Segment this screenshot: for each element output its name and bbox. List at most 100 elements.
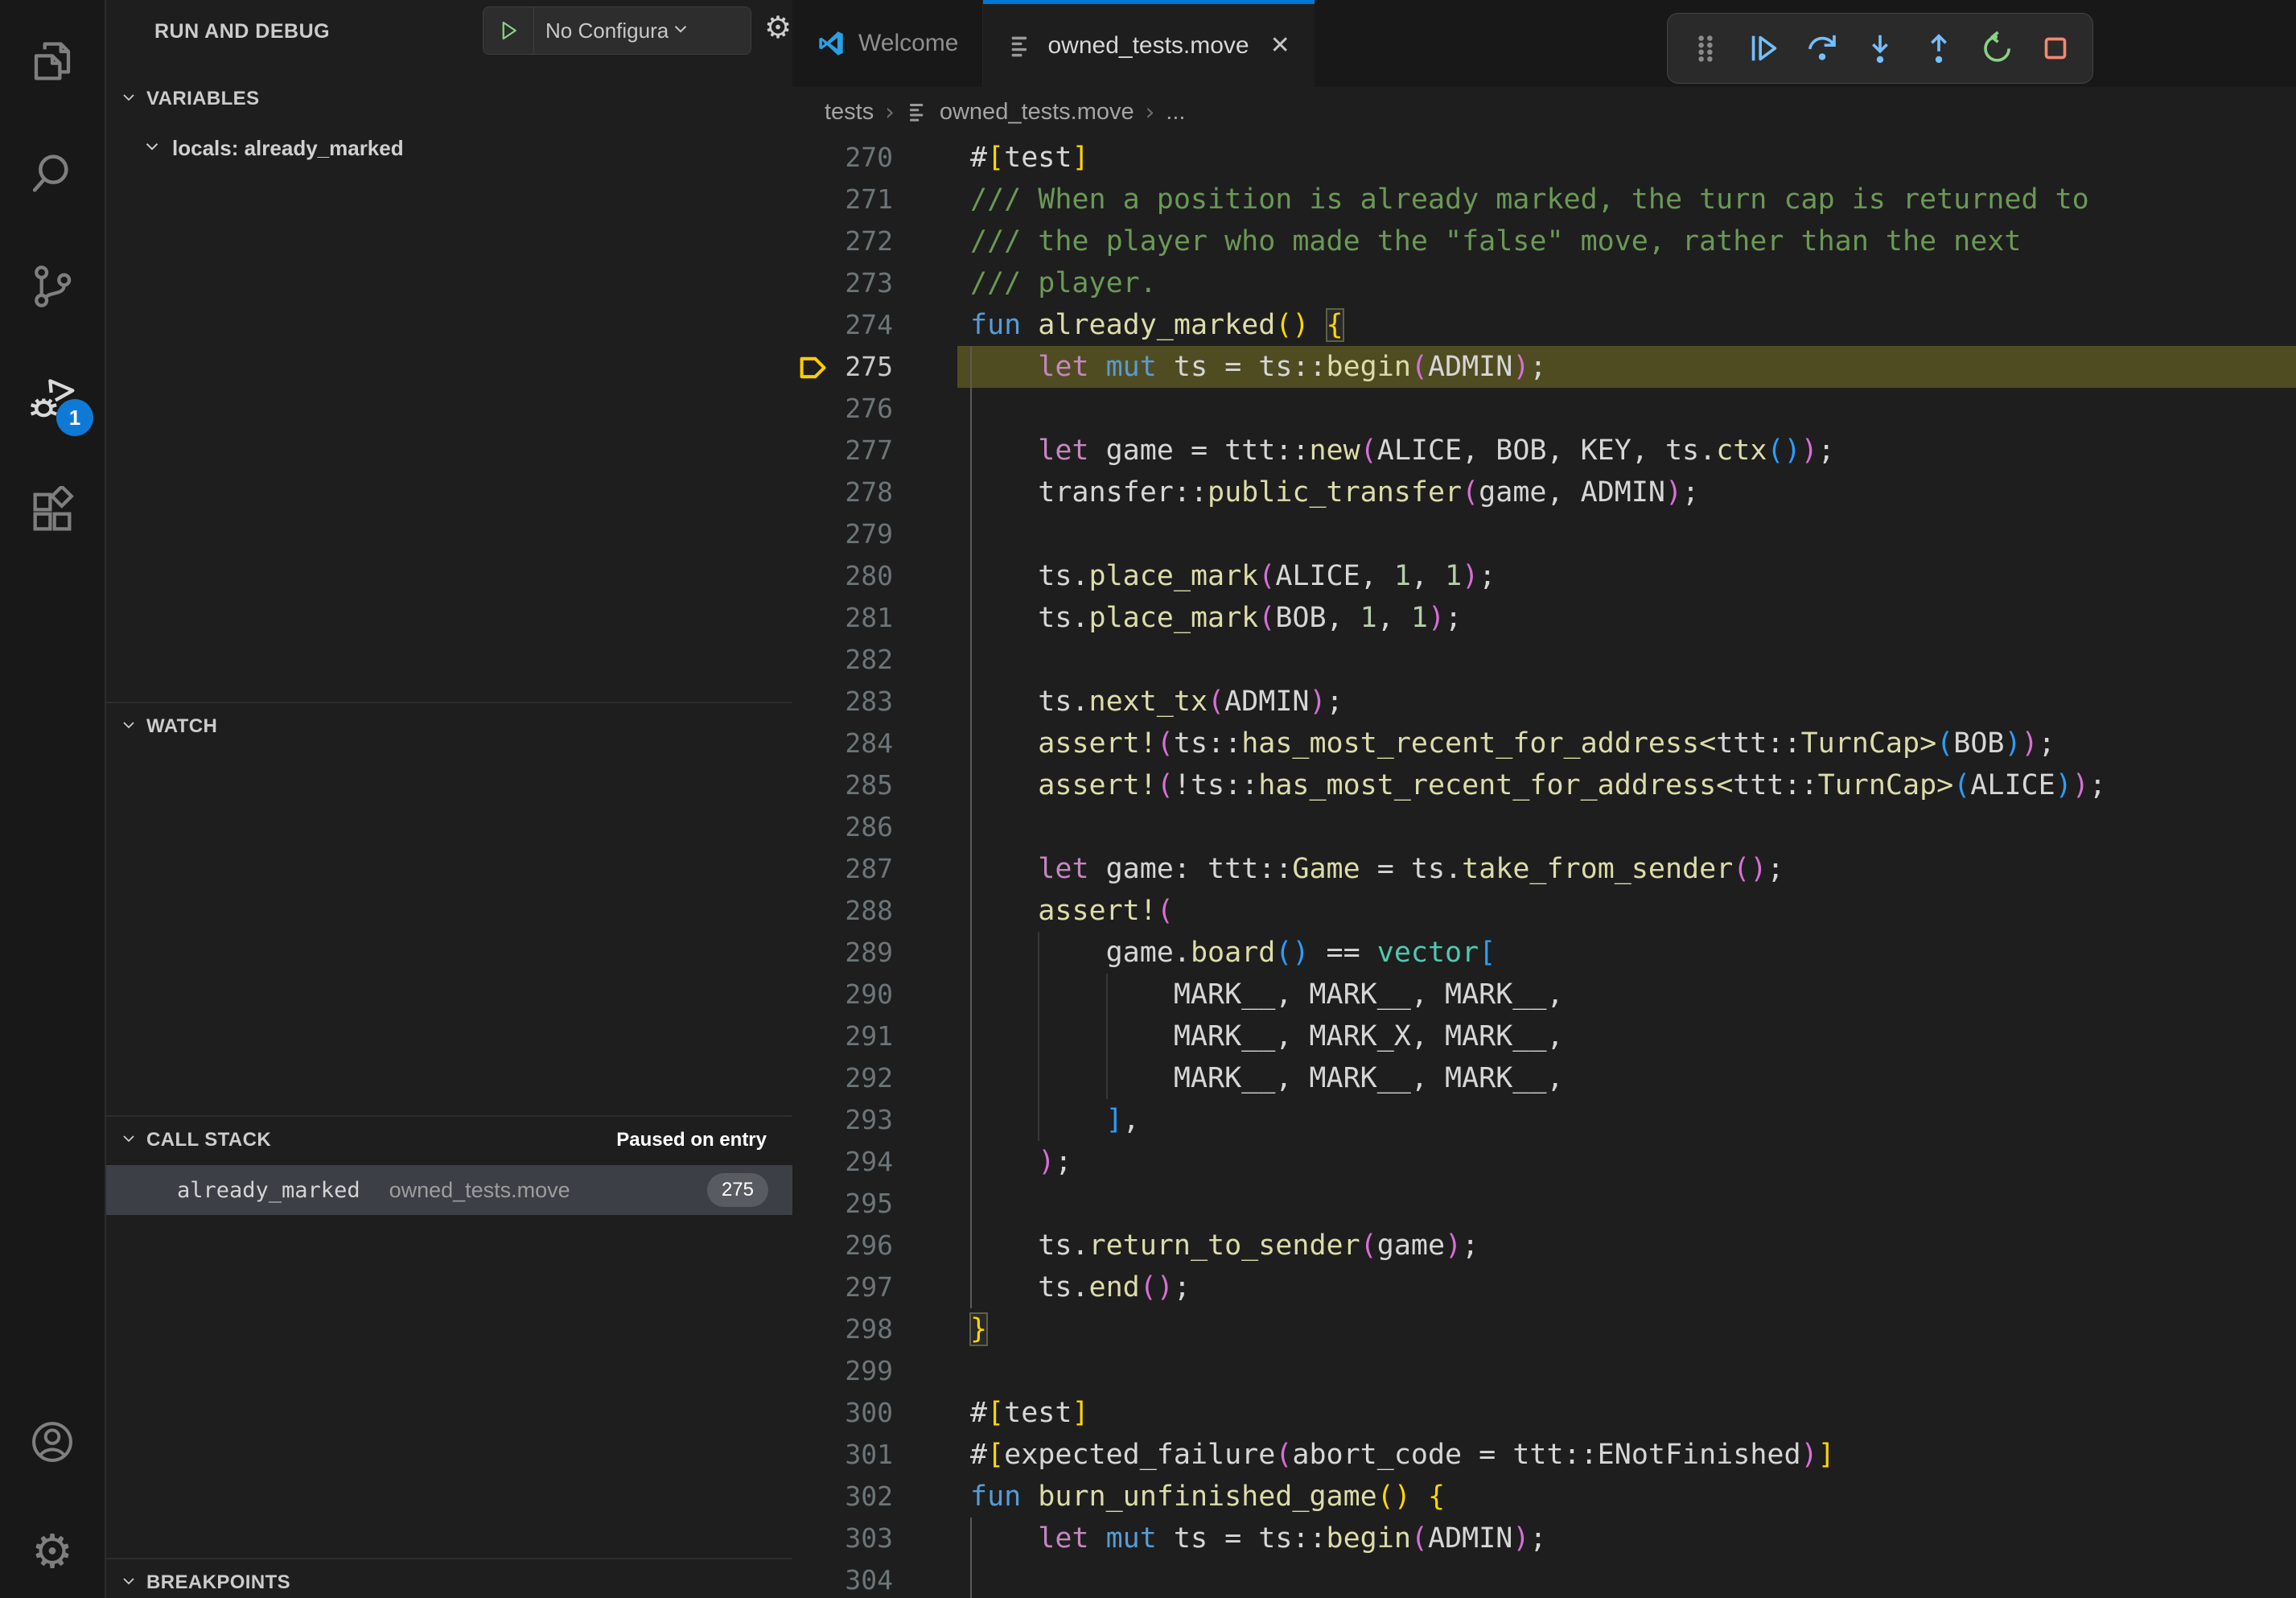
code-line-content[interactable] — [957, 513, 2296, 555]
code-line-content[interactable] — [957, 639, 2296, 681]
gutter[interactable]: 295 — [792, 1183, 957, 1225]
gutter[interactable]: 272 — [792, 220, 957, 262]
breakpoints-section-header[interactable]: BREAKPOINTS — [106, 1564, 792, 1598]
gutter[interactable]: 294 — [792, 1141, 957, 1183]
code-line-content[interactable]: let mut ts = ts::begin(ADMIN); — [957, 1518, 2296, 1559]
code-line-content[interactable] — [957, 806, 2296, 848]
gutter[interactable]: 289 — [792, 932, 957, 974]
variables-scope-row[interactable]: locals: already_marked — [106, 129, 792, 167]
continue-icon[interactable] — [1743, 27, 1784, 69]
gutter[interactable]: 280 — [792, 555, 957, 597]
close-icon[interactable]: ✕ — [1270, 31, 1290, 60]
code-line-content[interactable] — [957, 388, 2296, 430]
gutter[interactable]: 301 — [792, 1434, 957, 1476]
tab-owned-tests[interactable]: owned_tests.move ✕ — [983, 0, 1314, 87]
code-line-content[interactable]: #[test] — [957, 137, 2296, 179]
debug-config-dropdown[interactable]: No Configura — [483, 6, 751, 55]
code-line-content[interactable]: MARK__, MARK__, MARK__, — [957, 1057, 2296, 1099]
code-line-content[interactable]: /// When a position is already marked, t… — [957, 179, 2296, 220]
code-line-content[interactable]: MARK__, MARK_X, MARK__, — [957, 1015, 2296, 1057]
code-line-content[interactable]: ], — [957, 1099, 2296, 1141]
gutter[interactable]: 271 — [792, 179, 957, 220]
gutter[interactable]: 270 — [792, 137, 957, 179]
settings-gear-icon[interactable]: ⚙ — [0, 1503, 105, 1598]
code-editor[interactable]: 270#[test]271/// When a position is alre… — [792, 137, 2296, 1598]
watch-section-header[interactable]: WATCH — [106, 708, 792, 745]
gutter[interactable]: 292 — [792, 1057, 957, 1099]
code-line-content[interactable]: ); — [957, 1141, 2296, 1183]
gutter[interactable]: 291 — [792, 1015, 957, 1057]
stop-icon[interactable] — [2035, 27, 2076, 69]
gutter[interactable]: 285 — [792, 764, 957, 806]
code-line-content[interactable] — [957, 1350, 2296, 1392]
breadcrumb-file[interactable]: owned_tests.move — [940, 99, 1134, 126]
gutter[interactable]: 288 — [792, 890, 957, 932]
run-and-debug-icon[interactable]: 1 — [0, 351, 105, 447]
gutter[interactable]: 277 — [792, 430, 957, 472]
source-control-icon[interactable] — [0, 238, 105, 335]
call-stack-section-header[interactable]: CALL STACK Paused on entry — [106, 1122, 792, 1159]
code-line-content[interactable]: assert!(ts::has_most_recent_for_address<… — [957, 723, 2296, 764]
step-out-icon[interactable] — [1918, 27, 1960, 69]
code-line-content[interactable]: } — [957, 1308, 2296, 1350]
gutter[interactable]: 304 — [792, 1559, 957, 1598]
code-line-content[interactable]: let game = ttt::new(ALICE, BOB, KEY, ts.… — [957, 430, 2296, 472]
code-line-content[interactable]: ts.return_to_sender(game); — [957, 1225, 2296, 1266]
debug-settings-gear-icon[interactable]: ⚙ — [764, 10, 792, 45]
variables-section-header[interactable]: VARIABLES — [106, 80, 792, 117]
gutter[interactable]: 296 — [792, 1225, 957, 1266]
gutter[interactable]: 302 — [792, 1476, 957, 1518]
gutter[interactable]: 278 — [792, 472, 957, 513]
gutter[interactable]: 286 — [792, 806, 957, 848]
extensions-icon[interactable] — [0, 463, 105, 560]
breadcrumb-folder[interactable]: tests — [825, 99, 874, 126]
code-line-content[interactable]: #[test] — [957, 1392, 2296, 1434]
breadcrumb-symbol[interactable]: ... — [1166, 99, 1185, 126]
gutter[interactable]: 297 — [792, 1266, 957, 1308]
code-line-content[interactable]: fun already_marked() { — [957, 304, 2296, 346]
code-line-content[interactable] — [957, 1559, 2296, 1598]
search-icon[interactable] — [0, 126, 105, 222]
gutter[interactable]: 287 — [792, 848, 957, 890]
step-over-icon[interactable] — [1801, 27, 1843, 69]
code-line-content[interactable]: game.board() == vector[ — [957, 932, 2296, 974]
gutter[interactable]: 276 — [792, 388, 957, 430]
code-line-content[interactable]: let game: ttt::Game = ts.take_from_sende… — [957, 848, 2296, 890]
code-line-content[interactable]: fun burn_unfinished_game() { — [957, 1476, 2296, 1518]
start-debug-icon[interactable] — [483, 7, 534, 54]
code-line-content[interactable]: /// player. — [957, 262, 2296, 304]
gripper-icon[interactable] — [1685, 27, 1726, 69]
code-line-content[interactable]: ts.place_mark(BOB, 1, 1); — [957, 597, 2296, 639]
code-line-content[interactable]: ts.place_mark(ALICE, 1, 1); — [957, 555, 2296, 597]
code-line-content[interactable]: assert!(!ts::has_most_recent_for_address… — [957, 764, 2296, 806]
code-line-content[interactable]: /// the player who made the "false" move… — [957, 220, 2296, 262]
gutter[interactable]: 274 — [792, 304, 957, 346]
gutter[interactable]: 290 — [792, 974, 957, 1015]
account-icon[interactable] — [0, 1394, 105, 1490]
gutter[interactable]: 282 — [792, 639, 957, 681]
code-line-content[interactable]: assert!( — [957, 890, 2296, 932]
code-line-content[interactable]: MARK__, MARK__, MARK__, — [957, 974, 2296, 1015]
restart-icon[interactable] — [1976, 27, 2018, 69]
code-line-content[interactable]: #[expected_failure(abort_code = ttt::ENo… — [957, 1434, 2296, 1476]
gutter[interactable]: 293 — [792, 1099, 957, 1141]
step-into-icon[interactable] — [1859, 27, 1901, 69]
gutter[interactable]: 284 — [792, 723, 957, 764]
gutter[interactable]: 275 — [792, 346, 957, 388]
explorer-icon[interactable] — [0, 13, 105, 109]
gutter[interactable]: 281 — [792, 597, 957, 639]
code-line-content[interactable]: ts.next_tx(ADMIN); — [957, 681, 2296, 723]
code-line-content[interactable] — [957, 1183, 2296, 1225]
stack-frame-row[interactable]: already_marked owned_tests.move 275 — [106, 1165, 792, 1215]
gutter[interactable]: 273 — [792, 262, 957, 304]
gutter[interactable]: 279 — [792, 513, 957, 555]
code-line-content[interactable]: let mut ts = ts::begin(ADMIN); — [957, 346, 2296, 388]
gutter[interactable]: 300 — [792, 1392, 957, 1434]
code-line-content[interactable]: ts.end(); — [957, 1266, 2296, 1308]
gutter[interactable]: 298 — [792, 1308, 957, 1350]
gutter[interactable]: 299 — [792, 1350, 957, 1392]
tab-welcome[interactable]: Welcome — [792, 0, 983, 87]
gutter[interactable]: 283 — [792, 681, 957, 723]
code-line-content[interactable]: transfer::public_transfer(game, ADMIN); — [957, 472, 2296, 513]
gutter[interactable]: 303 — [792, 1518, 957, 1559]
